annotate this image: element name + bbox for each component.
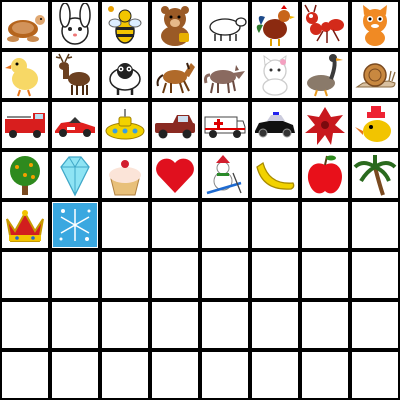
- picture-cell[interactable]: [52, 152, 98, 198]
- picture-cell[interactable]: [2, 2, 48, 48]
- picture-cell[interactable]: [2, 152, 48, 198]
- picture-cell[interactable]: [152, 2, 198, 48]
- red-leaf-bug-icon: [303, 103, 347, 147]
- red-apple-icon: [303, 153, 347, 197]
- picture-cell[interactable]: [302, 152, 348, 198]
- yellow-submarine-icon: [103, 103, 147, 147]
- empty-cell[interactable]: [52, 302, 98, 348]
- picture-cell[interactable]: [2, 52, 48, 98]
- goose-icon: [303, 53, 347, 97]
- picture-cell[interactable]: [352, 102, 398, 148]
- white-bunny-icon: [53, 3, 97, 47]
- empty-cell[interactable]: [2, 252, 48, 298]
- picture-cell[interactable]: [252, 2, 298, 48]
- picture-cell[interactable]: [302, 102, 348, 148]
- picture-cell[interactable]: [252, 52, 298, 98]
- empty-cell[interactable]: [202, 352, 248, 398]
- sea-turtle-icon: [3, 3, 47, 47]
- yellow-chick-icon: [3, 53, 47, 97]
- rooster-icon: [253, 3, 297, 47]
- empty-cell[interactable]: [52, 252, 98, 298]
- empty-cell[interactable]: [252, 352, 298, 398]
- picture-cell[interactable]: [2, 202, 48, 248]
- empty-cell[interactable]: [202, 302, 248, 348]
- snowman-skier-icon: [203, 153, 247, 197]
- empty-cell[interactable]: [202, 202, 248, 248]
- picture-cell[interactable]: [152, 52, 198, 98]
- orange-cat-icon: [353, 3, 397, 47]
- picture-cell[interactable]: [202, 2, 248, 48]
- empty-cell[interactable]: [302, 252, 348, 298]
- empty-cell[interactable]: [352, 352, 398, 398]
- empty-cell[interactable]: [252, 302, 298, 348]
- picture-cell[interactable]: [52, 52, 98, 98]
- cupcake-icon: [103, 153, 147, 197]
- empty-cell[interactable]: [102, 252, 148, 298]
- snail-icon: [353, 53, 397, 97]
- palm-tree-icon: [353, 153, 397, 197]
- picture-cell[interactable]: [302, 52, 348, 98]
- yellow-bird-hat-icon: [353, 103, 397, 147]
- picture-cell[interactable]: [202, 52, 248, 98]
- empty-cell[interactable]: [352, 202, 398, 248]
- red-ant-icon: [303, 3, 347, 47]
- brown-bear-icon: [153, 3, 197, 47]
- empty-cell[interactable]: [52, 352, 98, 398]
- picture-cell[interactable]: [102, 152, 148, 198]
- empty-cell[interactable]: [302, 302, 348, 348]
- empty-cell[interactable]: [302, 352, 348, 398]
- picture-cell[interactable]: [102, 2, 148, 48]
- empty-cell[interactable]: [102, 352, 148, 398]
- diamond-icon: [53, 153, 97, 197]
- empty-cell[interactable]: [102, 302, 148, 348]
- empty-cell[interactable]: [352, 252, 398, 298]
- picture-cell[interactable]: [352, 152, 398, 198]
- royal-crown-icon: [3, 203, 47, 247]
- picture-cell[interactable]: [252, 102, 298, 148]
- picture-cell[interactable]: [52, 102, 98, 148]
- empty-cell[interactable]: [2, 352, 48, 398]
- empty-cell[interactable]: [152, 302, 198, 348]
- empty-cell[interactable]: [302, 202, 348, 248]
- empty-cell[interactable]: [202, 252, 248, 298]
- fruit-tree-icon: [3, 153, 47, 197]
- black-sheep-icon: [103, 53, 147, 97]
- empty-cell[interactable]: [252, 202, 298, 248]
- white-kittens-icon: [253, 53, 297, 97]
- race-car-icon: [53, 103, 97, 147]
- bee-icon: [103, 3, 147, 47]
- picture-cell[interactable]: [152, 152, 198, 198]
- picture-cell[interactable]: [2, 102, 48, 148]
- picture-cell[interactable]: [202, 102, 248, 148]
- picture-cell[interactable]: [102, 52, 148, 98]
- police-car-icon: [253, 103, 297, 147]
- deer-icon: [53, 53, 97, 97]
- wolf-icon: [203, 53, 247, 97]
- empty-cell[interactable]: [2, 302, 48, 348]
- empty-cell[interactable]: [102, 202, 148, 248]
- empty-cell[interactable]: [152, 352, 198, 398]
- pickup-truck-icon: [153, 103, 197, 147]
- empty-cell[interactable]: [152, 202, 198, 248]
- picture-cell[interactable]: [352, 2, 398, 48]
- picture-cell[interactable]: [302, 2, 348, 48]
- ambulance-icon: [203, 103, 247, 147]
- picture-grid-board: [0, 0, 400, 400]
- red-heart-icon: [153, 153, 197, 197]
- brown-horse-icon: [153, 53, 197, 97]
- empty-cell[interactable]: [152, 252, 198, 298]
- picture-cell[interactable]: [102, 102, 148, 148]
- picture-cell[interactable]: [202, 152, 248, 198]
- white-lamb-icon: [203, 3, 247, 47]
- banana-icon: [253, 153, 297, 197]
- picture-cell[interactable]: [352, 52, 398, 98]
- empty-cell[interactable]: [252, 252, 298, 298]
- empty-cell[interactable]: [352, 302, 398, 348]
- fire-truck-icon: [3, 103, 47, 147]
- picture-cell[interactable]: [52, 2, 98, 48]
- picture-cell[interactable]: [152, 102, 198, 148]
- picture-cell[interactable]: [52, 202, 98, 248]
- snowflake-tile-icon: [53, 203, 97, 247]
- picture-cell[interactable]: [252, 152, 298, 198]
